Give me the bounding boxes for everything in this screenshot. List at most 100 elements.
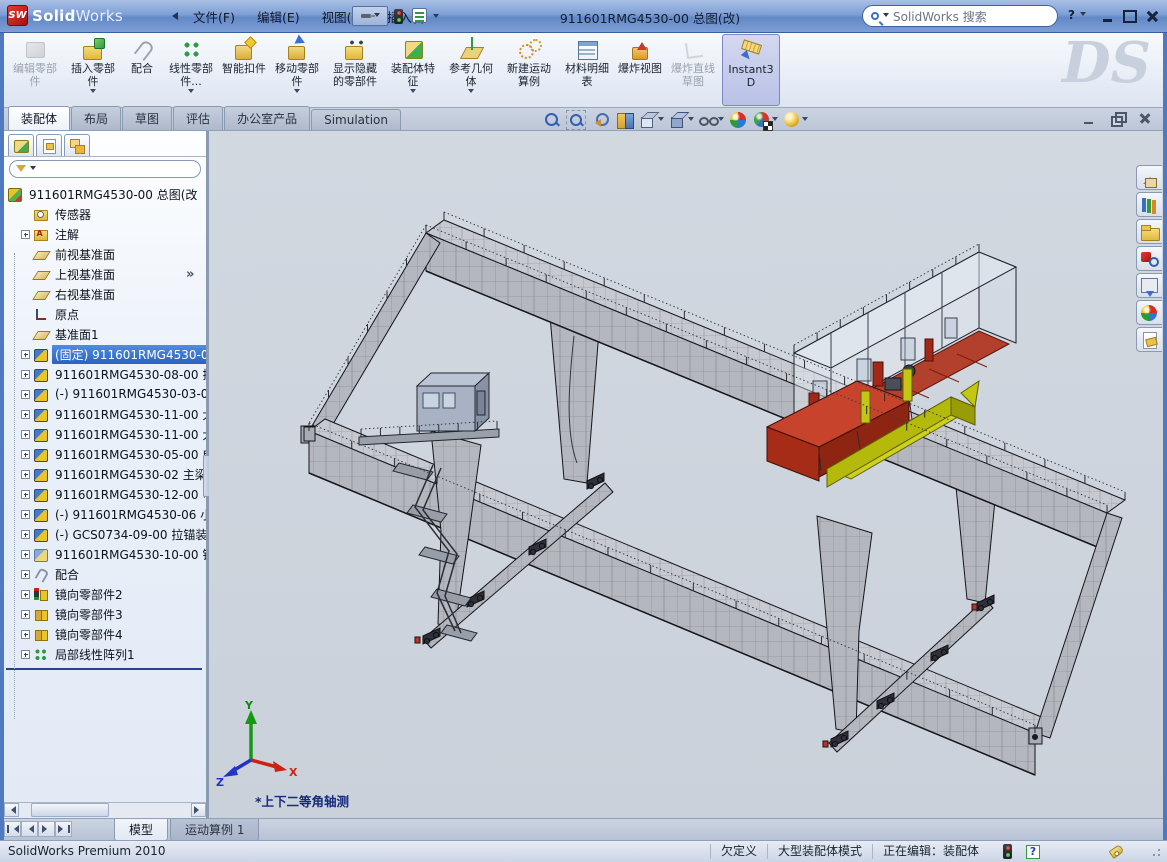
tree-item[interactable]: 镜向零部件3	[4, 604, 206, 624]
expand-plus-icon[interactable]	[21, 570, 30, 579]
menu-item[interactable]: 编辑(E)	[246, 3, 311, 30]
ribbon-button[interactable]: 装配体特征	[384, 34, 442, 106]
ribbon-button[interactable]: 插入零部件	[64, 34, 122, 106]
tree-item-label[interactable]: 上视基准面	[52, 265, 118, 284]
expand-plus-icon[interactable]	[21, 450, 30, 459]
next-tab-button[interactable]	[38, 821, 55, 837]
chevron-down-icon[interactable]	[188, 89, 194, 96]
tree-item-label[interactable]: 911601RMG4530-11-00 大	[52, 405, 206, 424]
tree-item[interactable]: 局部线性阵列1	[4, 644, 206, 664]
ribbon-button[interactable]: 材料明细表	[558, 34, 616, 106]
command-tab[interactable]: 布局	[71, 106, 121, 130]
expand-plus-icon[interactable]	[21, 410, 30, 419]
ribbon-button[interactable]: 爆炸视图	[616, 34, 664, 106]
scroll-right-button[interactable]	[191, 803, 206, 817]
expand-plus-icon[interactable]	[21, 470, 30, 479]
tree-item[interactable]: 911601RMG4530-05-00 电	[4, 444, 206, 464]
menu-item[interactable]: 文件(F)	[182, 3, 246, 30]
tree-item[interactable]: 镜向零部件4	[4, 624, 206, 644]
tree-item[interactable]: 配合	[4, 564, 206, 584]
task-scheduler-icon[interactable]	[412, 8, 427, 23]
doc-minimize-button[interactable]	[1081, 111, 1097, 126]
manager-tab[interactable]	[8, 134, 34, 156]
command-tab[interactable]: 装配体	[8, 106, 70, 130]
tree-item-label[interactable]: 镜向零部件3	[52, 605, 126, 624]
tree-item-label[interactable]: 传感器	[52, 205, 94, 224]
heads-up-tool-icon[interactable]	[566, 110, 586, 130]
doc-close-button[interactable]	[1137, 111, 1153, 126]
ribbon-button[interactable]: 显示隐藏的零部件	[326, 34, 384, 106]
ribbon-button[interactable]: 智能扣件	[220, 34, 268, 106]
expand-plus-icon[interactable]	[21, 530, 30, 539]
tree-item[interactable]: 911601RMG4530-12-00 电	[4, 484, 206, 504]
heads-up-tool-icon[interactable]	[614, 110, 634, 130]
heads-up-tool-icon[interactable]	[782, 110, 802, 130]
tree-item-label[interactable]: 911601RMG4530-05-00 电	[52, 445, 206, 464]
close-button[interactable]	[1143, 8, 1162, 25]
tree-item-label[interactable]: 原点	[52, 305, 82, 324]
taskpane-button[interactable]	[1136, 165, 1162, 190]
maximize-button[interactable]	[1120, 8, 1139, 25]
ribbon-button[interactable]: 新建运动算例	[500, 34, 558, 106]
resize-grip-icon[interactable]	[1151, 847, 1161, 857]
taskpane-button[interactable]	[1136, 327, 1162, 352]
expand-plus-icon[interactable]	[21, 490, 30, 499]
tree-item-label[interactable]: 基准面1	[52, 325, 102, 344]
ribbon-button[interactable]: 编辑零部件	[6, 34, 64, 106]
tree-item[interactable]: (-) 911601RMG4530-06 小	[4, 504, 206, 524]
tree-item[interactable]: 上视基准面	[4, 264, 206, 284]
tree-item-label[interactable]: 局部线性阵列1	[52, 645, 138, 664]
tree-item[interactable]: 911601RMG4530-11-00 大	[4, 424, 206, 444]
chevron-down-icon[interactable]	[688, 117, 694, 124]
heads-up-tool-icon[interactable]	[668, 110, 688, 130]
traffic-light-icon[interactable]	[394, 9, 403, 24]
taskpane-button[interactable]	[1136, 300, 1162, 325]
taskpane-button[interactable]	[1136, 273, 1162, 298]
tree-item-label[interactable]: 911601RMG4530-08-00 扶	[52, 365, 206, 384]
tree-item[interactable]: 原点	[4, 304, 206, 324]
ribbon-button[interactable]: 线性零部件...	[162, 34, 220, 106]
expand-plus-icon[interactable]	[21, 550, 30, 559]
doc-restore-button[interactable]	[1109, 111, 1125, 126]
scroll-left-button[interactable]	[4, 803, 19, 817]
ribbon-button[interactable]: 爆炸直线草图	[664, 34, 722, 106]
chevron-down-icon[interactable]	[802, 117, 808, 124]
tree-item-label[interactable]: 镜向零部件4	[52, 625, 126, 644]
expand-plus-icon[interactable]	[21, 630, 30, 639]
help-menu[interactable]: ?	[1068, 8, 1086, 22]
chevron-down-icon[interactable]	[90, 89, 96, 96]
taskpane-button[interactable]	[1136, 219, 1162, 244]
tree-item[interactable]: 911601RMG4530-11-00 大	[4, 404, 206, 424]
heads-up-tool-icon[interactable]	[638, 110, 658, 130]
heads-up-tool-icon[interactable]	[752, 110, 772, 130]
expand-plus-icon[interactable]	[21, 590, 30, 599]
tree-item[interactable]: 前视基准面	[4, 244, 206, 264]
tree-item-label[interactable]: 配合	[52, 565, 82, 584]
toolbar-pin-dropdown[interactable]	[352, 6, 388, 26]
expand-plus-icon[interactable]	[21, 610, 30, 619]
heads-up-tool-icon[interactable]	[728, 110, 748, 130]
expand-plus-icon[interactable]	[21, 390, 30, 399]
tree-item[interactable]: 基准面1	[4, 324, 206, 344]
tree-item-label[interactable]: 911601RMG4530-12-00 电	[52, 485, 206, 504]
command-tab[interactable]: Simulation	[311, 109, 401, 130]
expand-plus-icon[interactable]	[21, 430, 30, 439]
prev-tab-button[interactable]	[21, 821, 38, 837]
heads-up-tool-icon[interactable]	[698, 110, 718, 130]
tree-root-label[interactable]: 911601RMG4530-00 总图(改	[26, 185, 200, 204]
ribbon-button[interactable]: Instant3D	[722, 34, 780, 106]
heads-up-tool-icon[interactable]	[590, 110, 610, 130]
chevron-down-icon[interactable]	[883, 13, 889, 20]
menu-collapse-arrow-icon[interactable]	[168, 12, 178, 20]
manager-tab[interactable]	[36, 134, 62, 156]
expand-plus-icon[interactable]	[21, 230, 30, 239]
chevron-down-icon[interactable]	[433, 14, 439, 21]
chevron-down-icon[interactable]	[410, 89, 416, 96]
tree-item[interactable]: 911601RMG4530-10-00 锚	[4, 544, 206, 564]
expand-plus-icon[interactable]	[21, 510, 30, 519]
tree-item[interactable]: 镜向零部件2	[4, 584, 206, 604]
heads-up-tool-icon[interactable]	[542, 110, 562, 130]
command-tab[interactable]: 评估	[173, 106, 223, 130]
ribbon-button[interactable]: 配合	[122, 34, 162, 106]
graphics-viewport[interactable]: Y X Z *上下二等角轴测	[209, 131, 1163, 818]
